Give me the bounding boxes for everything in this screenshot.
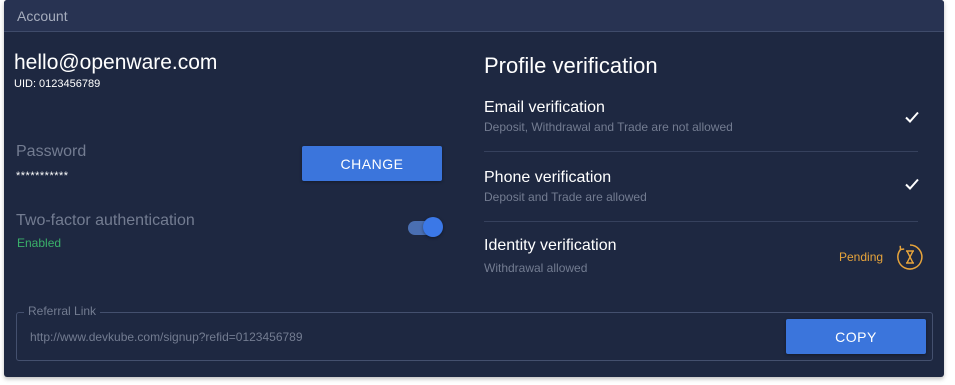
password-label: Password (16, 143, 87, 160)
check-icon (905, 111, 919, 123)
verification-description: Deposit, Withdrawal and Trade are not al… (484, 120, 733, 134)
pending-status: Pending (839, 250, 884, 264)
password-value: *********** (16, 170, 69, 182)
verification-description: Deposit and Trade are allowed (484, 190, 647, 204)
change-password-button[interactable]: CHANGE (302, 146, 442, 181)
referral-link-label: Referral Link (24, 304, 101, 318)
verification-name: Identity verification (484, 237, 617, 254)
verification-name: Email verification (484, 99, 605, 116)
verification-description: Withdrawal allowed (484, 261, 588, 275)
copy-referral-button[interactable]: COPY (786, 319, 926, 354)
toggle-knob (423, 217, 443, 237)
verification-name: Phone verification (484, 169, 612, 186)
account-uid: UID: 0123456789 (14, 78, 101, 90)
check-icon (905, 178, 919, 190)
two-factor-label: Two-factor authentication (16, 212, 195, 229)
verification-item-phone: Phone verification Deposit and Trade are… (484, 151, 919, 222)
account-card: Account hello@openware.com UID: 01234567… (4, 0, 944, 377)
hourglass-icon (897, 244, 923, 270)
card-title: Account (17, 8, 68, 24)
verification-item-email: Email verification Deposit, Withdrawal a… (484, 92, 919, 152)
card-header: Account (4, 0, 944, 32)
referral-link-url[interactable]: http://www.devkube.com/signup?refid=0123… (30, 330, 303, 344)
two-factor-status: Enabled (17, 236, 62, 250)
two-factor-toggle[interactable] (407, 217, 445, 239)
account-email: hello@openware.com (14, 51, 218, 74)
profile-verification-title: Profile verification (484, 53, 658, 78)
